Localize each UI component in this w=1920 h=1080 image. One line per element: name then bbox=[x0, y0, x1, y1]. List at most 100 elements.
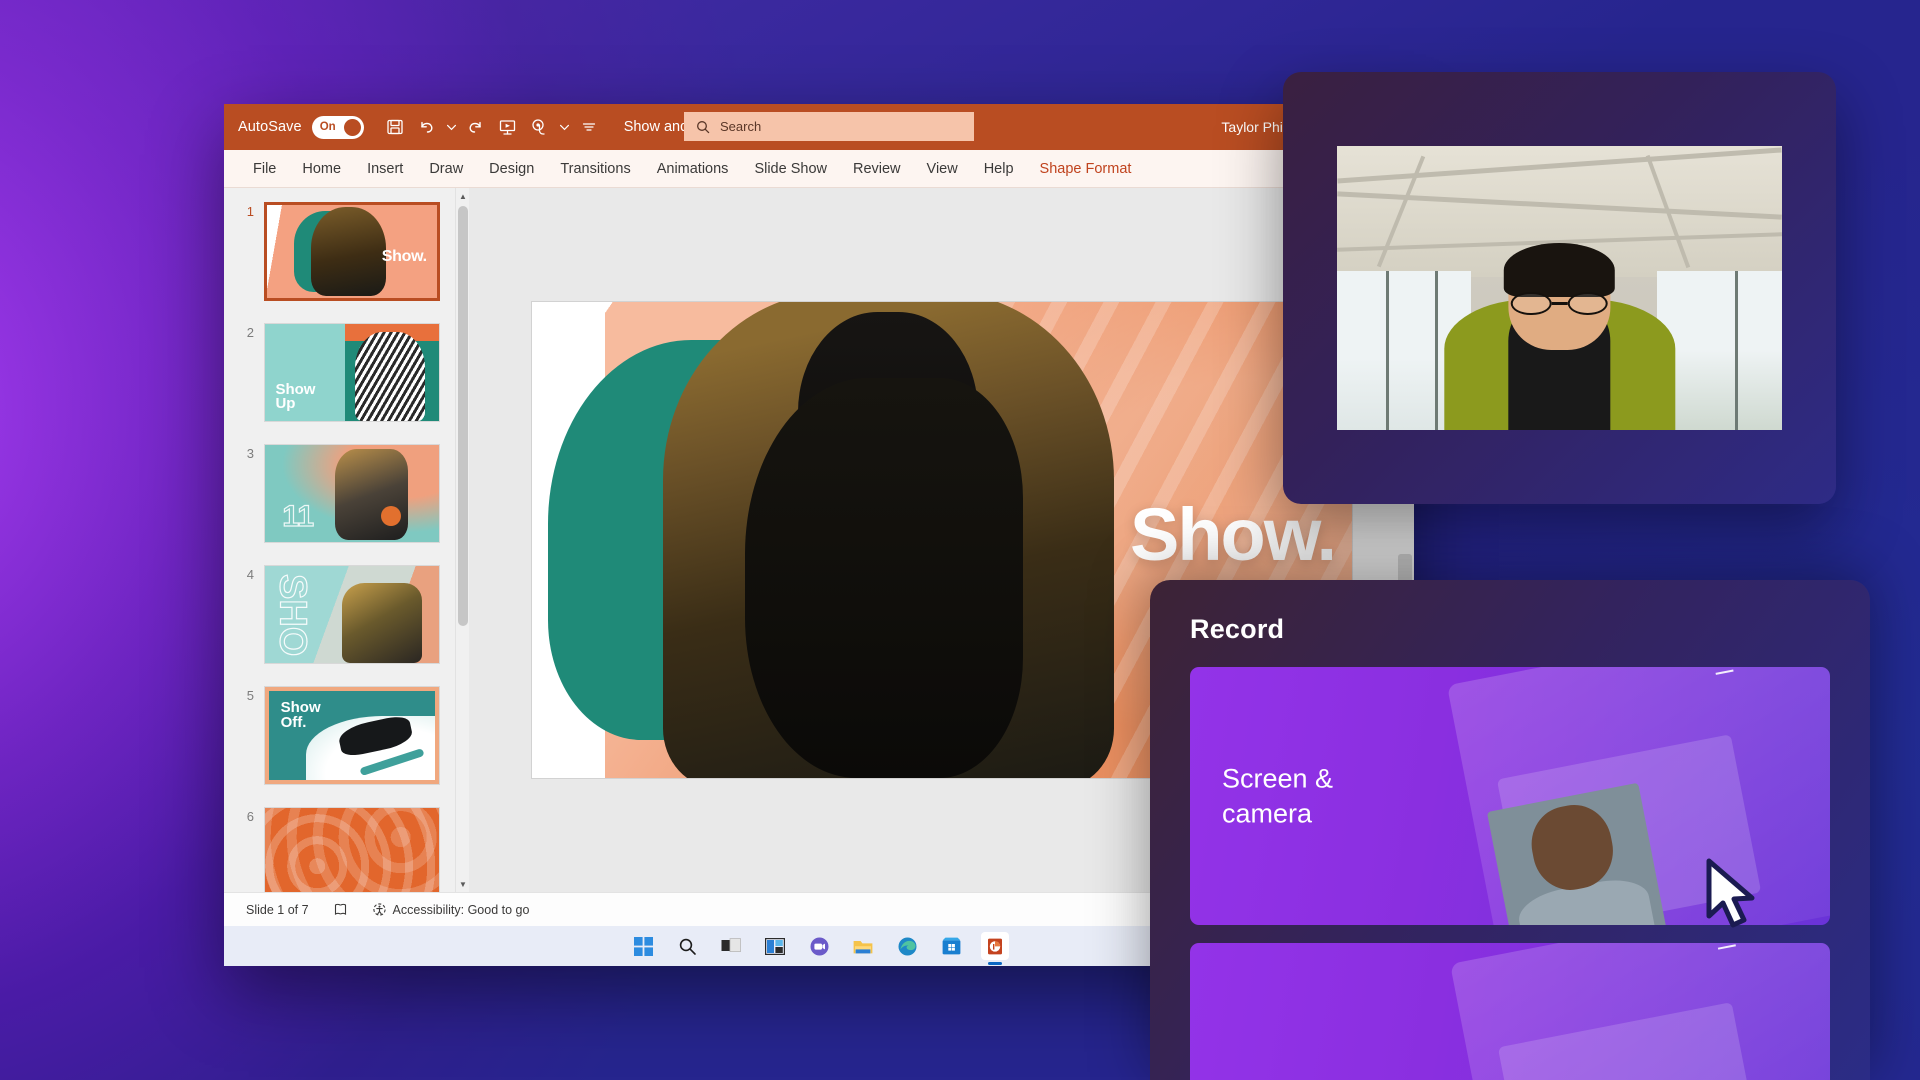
redo-icon[interactable] bbox=[461, 112, 491, 142]
screen-only-illustration bbox=[1449, 943, 1830, 1080]
touch-dropdown-icon[interactable] bbox=[557, 112, 572, 142]
minimize-icon bbox=[1715, 669, 1734, 676]
camera-preview-panel[interactable] bbox=[1283, 72, 1836, 504]
slide-thumbnail-5[interactable]: 5 Show Off. bbox=[224, 686, 469, 807]
slide-headline[interactable]: Show. bbox=[1130, 492, 1337, 577]
teams-icon[interactable] bbox=[805, 932, 833, 960]
tab-shape-format[interactable]: Shape Format bbox=[1027, 150, 1145, 188]
record-panel: Record Screen & camera bbox=[1150, 580, 1870, 1080]
start-icon[interactable] bbox=[629, 932, 657, 960]
thumbnail-caption: Show. bbox=[381, 248, 427, 266]
slide-thumbnail-4[interactable]: 4 SHO bbox=[224, 565, 469, 686]
slide-thumbnail-3[interactable]: 3 11 bbox=[224, 444, 469, 565]
window-mullion bbox=[1734, 270, 1738, 430]
file-explorer-icon[interactable] bbox=[849, 932, 877, 960]
slide-thumbnail-2[interactable]: 2 Show Up bbox=[224, 323, 469, 444]
autosave-toggle[interactable]: On bbox=[311, 115, 364, 139]
minimize-icon bbox=[1717, 943, 1736, 949]
thumb-photo bbox=[311, 206, 386, 297]
tab-transitions[interactable]: Transitions bbox=[547, 150, 643, 188]
task-view-icon[interactable] bbox=[717, 932, 745, 960]
autosave-state: On bbox=[319, 121, 336, 133]
customize-quick-access-icon[interactable] bbox=[574, 112, 604, 142]
tab-slide-show[interactable]: Slide Show bbox=[741, 150, 840, 188]
tab-home[interactable]: Home bbox=[289, 150, 354, 188]
thumbnail-caption: 11 bbox=[282, 500, 315, 534]
thumbnail-number: 2 bbox=[246, 325, 254, 340]
slide-counter[interactable]: Slide 1 of 7 bbox=[234, 903, 321, 917]
thumbnail-image[interactable]: Show. bbox=[264, 202, 440, 301]
glasses-bridge bbox=[1551, 302, 1568, 305]
undo-icon[interactable] bbox=[412, 112, 442, 142]
glasses-lens bbox=[1567, 291, 1609, 316]
thumb-inner: Show Off. bbox=[269, 691, 435, 780]
thumbnail-caption: Show Up bbox=[275, 380, 316, 413]
search-placeholder: Search bbox=[720, 119, 762, 134]
thumbnail-number: 3 bbox=[246, 446, 254, 461]
record-panel-title: Record bbox=[1190, 614, 1285, 644]
tab-help[interactable]: Help bbox=[971, 150, 1027, 188]
camera-subject bbox=[1443, 242, 1676, 430]
thumb-photo bbox=[334, 448, 408, 541]
scrollbar-thumb[interactable] bbox=[458, 206, 468, 626]
tab-draw[interactable]: Draw bbox=[416, 150, 476, 188]
subject-glasses bbox=[1510, 291, 1609, 316]
thumbnail-caption: Show Off. bbox=[280, 698, 321, 731]
thumbnail-image[interactable] bbox=[264, 807, 440, 892]
language-icon[interactable] bbox=[321, 902, 360, 917]
slide-photo-hair bbox=[744, 378, 1024, 778]
accessibility-icon bbox=[372, 903, 386, 916]
tab-review[interactable]: Review bbox=[840, 150, 914, 188]
window-mullion bbox=[1385, 270, 1389, 430]
tab-insert[interactable]: Insert bbox=[354, 150, 416, 188]
thumbnail-image[interactable]: 11 bbox=[264, 444, 440, 543]
thumb-photo bbox=[341, 583, 422, 663]
tab-view[interactable]: View bbox=[914, 150, 971, 188]
slide-thumbnail-pane: 1 Show. 2 Show Up 3 11 4 SHO 5 Show Off.… bbox=[224, 188, 469, 892]
scroll-up-icon[interactable]: ▲ bbox=[456, 188, 469, 204]
edge-icon[interactable] bbox=[893, 932, 921, 960]
thumb-shape bbox=[265, 808, 439, 892]
search-input[interactable]: Search bbox=[684, 112, 974, 141]
slide-thumbnail-6[interactable]: 6 bbox=[224, 807, 469, 892]
accessibility-status[interactable]: Accessibility: Good to go bbox=[360, 902, 542, 917]
record-option-secondary[interactable] bbox=[1190, 943, 1830, 1080]
thumbnail-caption: SHO bbox=[271, 573, 314, 657]
undo-dropdown-icon[interactable] bbox=[444, 112, 459, 142]
autosave-label: AutoSave bbox=[238, 119, 302, 135]
window-mullion bbox=[1434, 270, 1438, 430]
titlebar: AutoSave On Show and Search Taylor Phill… bbox=[224, 104, 1414, 150]
thumbnail-number: 1 bbox=[246, 204, 254, 219]
record-option-screen-and-camera[interactable]: Screen & camera bbox=[1190, 667, 1830, 925]
tab-file[interactable]: File bbox=[240, 150, 289, 188]
microsoft-store-icon[interactable] bbox=[937, 932, 965, 960]
thumbnail-image[interactable]: Show Up bbox=[264, 323, 440, 422]
subject-hair bbox=[1503, 242, 1616, 298]
slide-thumbnail-1[interactable]: 1 Show. bbox=[224, 202, 469, 323]
desktop-background: AutoSave On Show and Search Taylor Phill… bbox=[0, 0, 1920, 1080]
powerpoint-icon[interactable] bbox=[981, 932, 1009, 960]
accessibility-label: Accessibility: Good to go bbox=[392, 902, 530, 917]
scroll-down-icon[interactable]: ▼ bbox=[456, 876, 469, 892]
thumbnail-number: 5 bbox=[246, 688, 254, 703]
window-pane bbox=[1657, 270, 1782, 430]
thumb-photo bbox=[355, 331, 426, 421]
tab-animations[interactable]: Animations bbox=[644, 150, 742, 188]
thumbnail-image[interactable]: SHO bbox=[264, 565, 440, 664]
search-icon[interactable] bbox=[673, 932, 701, 960]
touch-mode-icon[interactable] bbox=[525, 112, 555, 142]
ribbon-tabs: File Home Insert Draw Design Transitions… bbox=[224, 150, 1414, 188]
camera-video-feed bbox=[1337, 146, 1782, 430]
thumbnail-image[interactable]: Show Off. bbox=[264, 686, 440, 785]
illustration-window bbox=[1497, 1001, 1759, 1080]
save-icon[interactable] bbox=[380, 112, 410, 142]
thumbnail-number: 6 bbox=[246, 809, 254, 824]
start-presentation-icon[interactable] bbox=[493, 112, 523, 142]
search-icon bbox=[697, 120, 710, 133]
thumbnail-number: 4 bbox=[246, 567, 254, 582]
record-option-label: Screen & camera bbox=[1222, 763, 1334, 828]
tab-design[interactable]: Design bbox=[476, 150, 547, 188]
glasses-lens bbox=[1510, 291, 1552, 316]
widgets-icon[interactable] bbox=[761, 932, 789, 960]
thumbnail-scrollbar[interactable]: ▲ ▼ bbox=[455, 188, 469, 892]
